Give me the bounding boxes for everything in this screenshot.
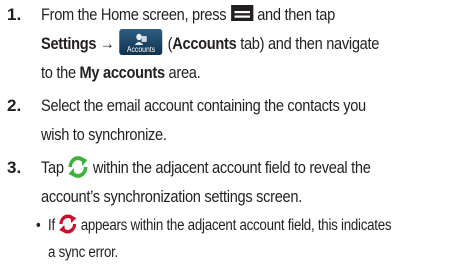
sync-icon [67, 156, 89, 178]
my-accounts-label: My accounts [79, 63, 166, 82]
step-number: 1. [7, 5, 22, 24]
step-number: 3. [7, 158, 22, 177]
step-text: Select the email account containing the … [41, 96, 366, 144]
step-text: From the Home screen, press and then tap … [41, 0, 410, 87]
instruction-page: 1. From the Home screen, press and then t… [0, 0, 472, 266]
accounts-tab-label: Accounts [172, 34, 237, 53]
sync-error-icon [58, 214, 77, 234]
step-number: 2. [7, 96, 22, 115]
settings-label: Settings [41, 34, 97, 53]
accounts-settings-icon: Accounts [119, 29, 163, 55]
step-text: Tap within the adjacent account field to … [41, 156, 371, 206]
bullet-mark: • [35, 217, 41, 234]
bullet-text: • If appears within the adjacent account … [36, 212, 413, 266]
menu-icon [231, 1, 254, 21]
